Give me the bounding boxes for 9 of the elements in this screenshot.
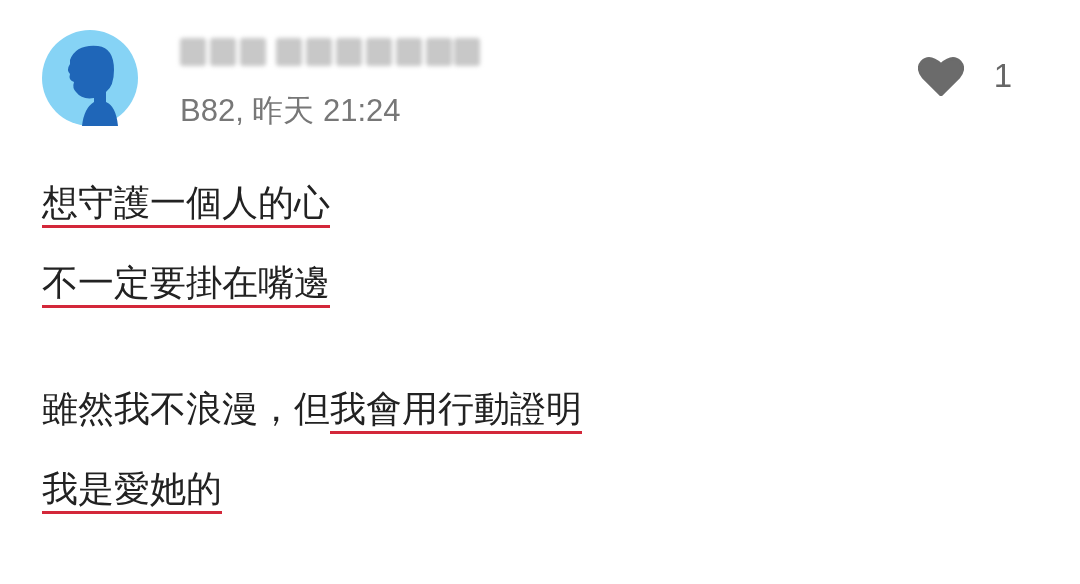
post-meta: B82, 昨天 21:24 bbox=[180, 92, 402, 130]
heart-icon bbox=[917, 56, 964, 96]
like-button[interactable] bbox=[917, 56, 964, 96]
like-count: 1 bbox=[993, 57, 1012, 95]
comment-line: 想守護一個人的心 bbox=[42, 180, 330, 226]
avatar-icon bbox=[42, 30, 138, 126]
comment-line: 不一定要掛在嘴邊 bbox=[42, 260, 330, 306]
comment-line: 雖然我不浪漫，但我會用行動證明 bbox=[42, 386, 582, 432]
comment-line: 我是愛她的 bbox=[42, 466, 222, 512]
